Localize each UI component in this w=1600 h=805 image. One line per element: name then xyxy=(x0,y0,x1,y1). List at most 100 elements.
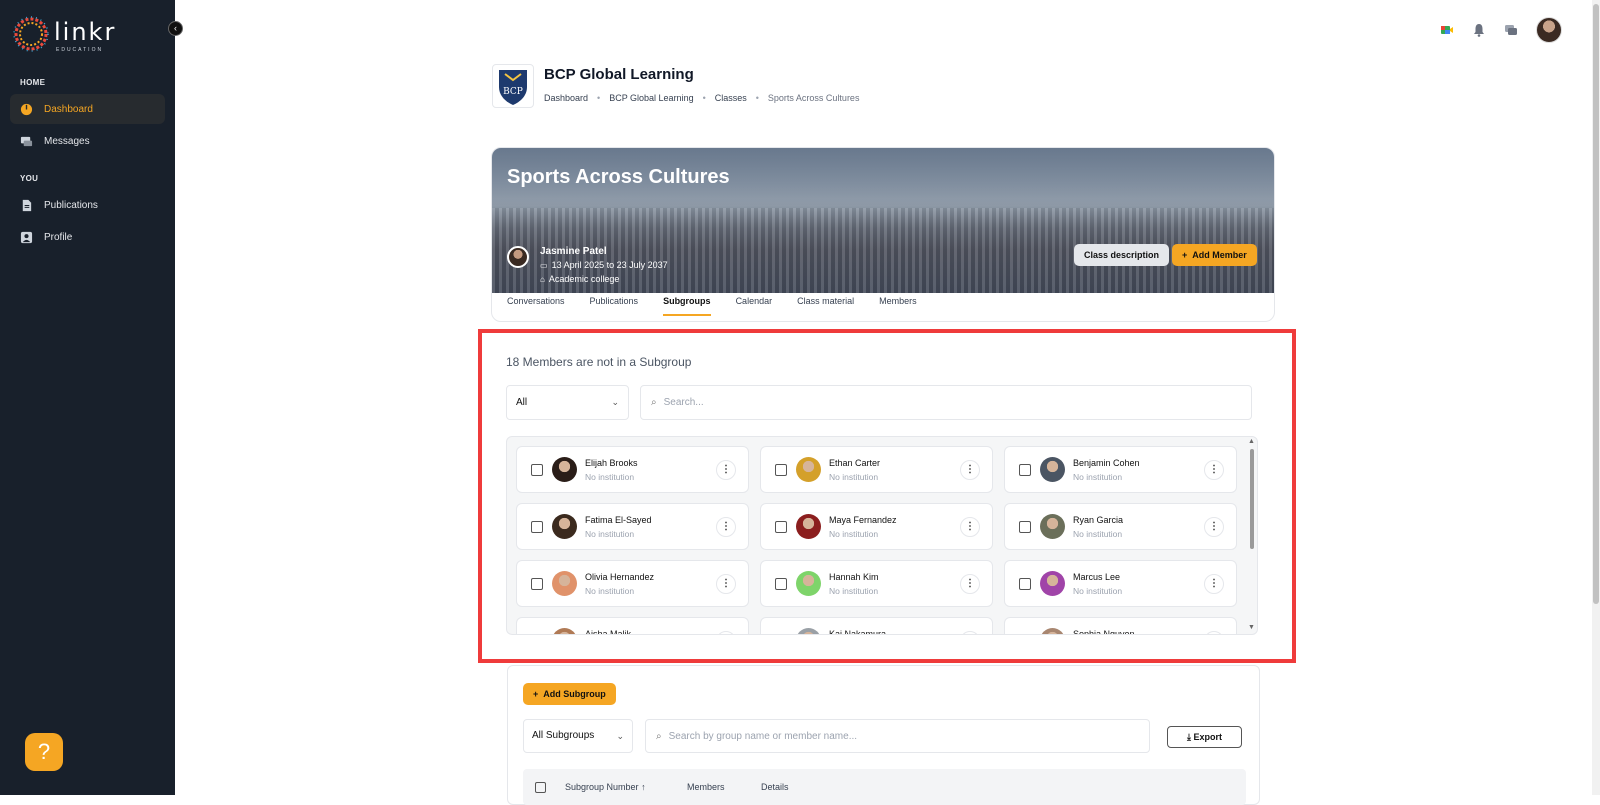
member-name: Hannah Kim xyxy=(829,572,879,582)
members-grid[interactable]: ▲ ▼ Elijah Brooks No institution ⋮ Ethan Ca… xyxy=(506,436,1258,635)
member-name: Fatima El-Sayed xyxy=(585,515,652,525)
class-institution-text: Academic college xyxy=(548,274,620,284)
tab-subgroups[interactable]: Subgroups xyxy=(663,296,711,316)
member-checkbox[interactable] xyxy=(775,464,787,476)
member-card[interactable]: Olivia Hernandez No institution ⋮ xyxy=(516,560,749,607)
member-card[interactable]: Marcus Lee No institution ⋮ xyxy=(1004,560,1237,607)
tab-members[interactable]: Members xyxy=(879,296,917,316)
members-grid-scrollbar[interactable]: ▲ ▼ xyxy=(1248,438,1255,631)
help-button[interactable]: ? xyxy=(25,733,63,771)
breadcrumb-item[interactable]: BCP Global Learning xyxy=(609,93,693,103)
breadcrumb-item[interactable]: Dashboard xyxy=(544,93,588,103)
page-scrollbar-thumb[interactable] xyxy=(1593,4,1599,604)
messages-icon xyxy=(20,136,33,146)
member-checkbox[interactable] xyxy=(1019,578,1031,590)
class-dates-text: 13 April 2025 to 23 July 2037 xyxy=(551,260,668,270)
add-member-label: Add Member xyxy=(1192,250,1247,260)
breadcrumb-item[interactable]: Classes xyxy=(715,93,747,103)
breadcrumb: Dashboard • BCP Global Learning • Classe… xyxy=(544,93,859,103)
class-description-button[interactable]: Class description xyxy=(1074,244,1170,266)
more-options-icon[interactable]: ⋮ xyxy=(960,574,980,594)
select-all-checkbox[interactable] xyxy=(535,782,546,793)
members-filter-select[interactable]: All ⌄ xyxy=(506,385,629,420)
more-options-icon[interactable]: ⋮ xyxy=(960,460,980,480)
sidebar-item-messages[interactable]: Messages xyxy=(10,126,165,156)
member-card[interactable]: Sophia NguyenNo institution⋮ xyxy=(1004,617,1237,634)
sidebar-item-label: Publications xyxy=(44,199,98,211)
sidebar-item-publications[interactable]: Publications xyxy=(10,190,165,220)
more-options-icon[interactable]: ⋮ xyxy=(960,517,980,537)
member-avatar xyxy=(796,628,821,634)
more-options-icon[interactable]: ⋮ xyxy=(1204,574,1224,594)
member-checkbox[interactable] xyxy=(531,464,543,476)
tab-calendar[interactable]: Calendar xyxy=(736,296,773,316)
institution-icon: ⌂ xyxy=(540,274,545,284)
member-card[interactable]: Elijah Brooks No institution ⋮ xyxy=(516,446,749,493)
tab-conversations[interactable]: Conversations xyxy=(507,296,565,316)
video-meet-icon[interactable] xyxy=(1440,23,1454,37)
members-grid-scroll-thumb[interactable] xyxy=(1250,449,1254,549)
export-label: Export xyxy=(1193,732,1222,742)
member-checkbox[interactable] xyxy=(775,578,787,590)
more-options-icon[interactable]: ⋮ xyxy=(716,574,736,594)
user-avatar[interactable] xyxy=(1536,17,1562,43)
teacher-avatar[interactable] xyxy=(507,246,529,268)
column-details: Details xyxy=(761,782,789,792)
chevron-down-icon: ⌄ xyxy=(616,731,624,741)
member-avatar xyxy=(796,514,821,539)
members-search-input[interactable]: ⌕ Search... xyxy=(640,385,1252,420)
tab-class-material[interactable]: Class material xyxy=(797,296,854,316)
member-card[interactable]: Kai NakamuraNo institution⋮ xyxy=(760,617,993,634)
sidebar-item-label: Profile xyxy=(44,231,73,243)
chat-icon[interactable] xyxy=(1504,23,1518,37)
member-card[interactable]: Hannah Kim No institution ⋮ xyxy=(760,560,993,607)
collapse-sidebar-button[interactable]: ‹ xyxy=(168,21,183,36)
subgroups-search-input[interactable]: ⌕ Search by group name or member name... xyxy=(645,719,1150,753)
subgroups-filter-value: All Subgroups xyxy=(532,730,595,741)
member-name: Elijah Brooks xyxy=(585,458,638,468)
sidebar-item-dashboard[interactable]: Dashboard xyxy=(10,94,165,124)
scroll-down-arrow-icon[interactable]: ▼ xyxy=(1248,624,1255,631)
member-avatar xyxy=(1040,514,1065,539)
org-title: BCP Global Learning xyxy=(544,66,694,83)
add-subgroup-button[interactable]: + Add Subgroup xyxy=(523,683,616,705)
member-avatar xyxy=(1040,457,1065,482)
class-dates: ▭ 13 April 2025 to 23 July 2037 xyxy=(540,260,668,270)
linkr-logo[interactable]: linkr EDUCATION xyxy=(12,14,114,54)
sidebar-item-profile[interactable]: Profile xyxy=(10,222,165,252)
more-options-icon[interactable]: ⋮ xyxy=(716,517,736,537)
member-card[interactable]: Aisha MalikNo institution⋮ xyxy=(516,617,749,634)
member-checkbox[interactable] xyxy=(531,521,543,533)
more-options-icon[interactable]: ⋮ xyxy=(716,631,736,634)
class-institution: ⌂ Academic college xyxy=(540,274,619,284)
page-scrollbar[interactable] xyxy=(1592,0,1600,795)
more-options-icon[interactable]: ⋮ xyxy=(1204,517,1224,537)
add-member-button[interactable]: + Add Member xyxy=(1172,244,1257,266)
logo-ring-icon xyxy=(13,16,49,52)
export-button[interactable]: ⤓ Export xyxy=(1167,726,1242,748)
member-card[interactable]: Fatima El-Sayed No institution ⋮ xyxy=(516,503,749,550)
member-card[interactable]: Ethan Carter No institution ⋮ xyxy=(760,446,993,493)
plus-icon: + xyxy=(1182,250,1193,260)
member-checkbox[interactable] xyxy=(775,521,787,533)
more-options-icon[interactable]: ⋮ xyxy=(716,460,736,480)
member-checkbox[interactable] xyxy=(1019,521,1031,533)
teacher-name[interactable]: Jasmine Patel xyxy=(540,246,607,257)
member-card[interactable]: Ryan Garcia No institution ⋮ xyxy=(1004,503,1237,550)
class-title: Sports Across Cultures xyxy=(507,166,730,188)
member-card[interactable]: Benjamin Cohen No institution ⋮ xyxy=(1004,446,1237,493)
tab-publications[interactable]: Publications xyxy=(590,296,639,316)
member-institution: No institution xyxy=(585,472,635,482)
more-options-icon[interactable]: ⋮ xyxy=(1204,631,1224,634)
member-checkbox[interactable] xyxy=(531,578,543,590)
member-card[interactable]: Maya Fernandez No institution ⋮ xyxy=(760,503,993,550)
member-checkbox[interactable] xyxy=(1019,464,1031,476)
column-subgroup-number[interactable]: Subgroup Number ↑ xyxy=(565,782,646,792)
more-options-icon[interactable]: ⋮ xyxy=(960,631,980,634)
notifications-bell-icon[interactable] xyxy=(1472,23,1486,37)
scroll-up-arrow-icon[interactable]: ▲ xyxy=(1248,438,1255,445)
member-institution: No institution xyxy=(829,472,879,482)
member-name: Ryan Garcia xyxy=(1073,515,1124,525)
subgroups-filter-select[interactable]: All Subgroups ⌄ xyxy=(523,719,633,753)
more-options-icon[interactable]: ⋮ xyxy=(1204,460,1224,480)
